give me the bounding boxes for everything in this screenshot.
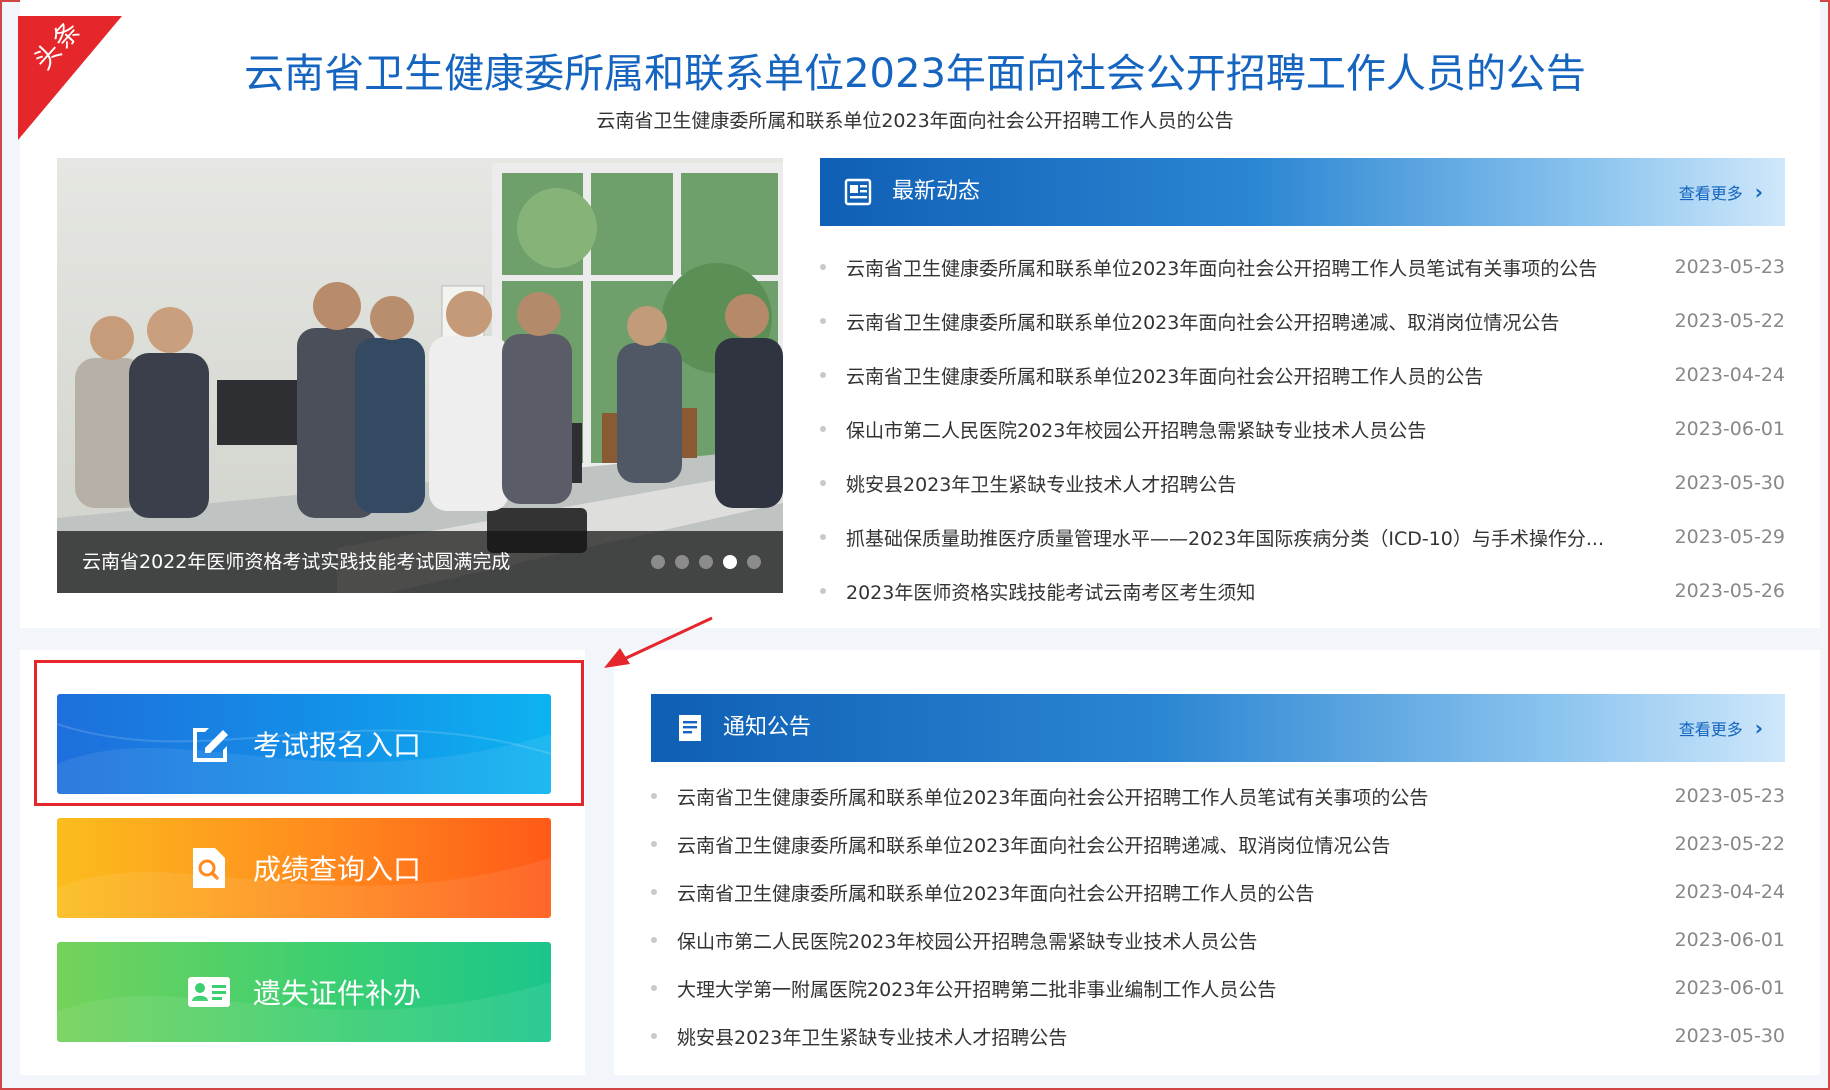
chevron-right-icon[interactable]: ›	[1755, 178, 1763, 206]
news-item-date: 2023-05-23	[1674, 256, 1785, 278]
news-item-title[interactable]: 姚安县2023年卫生紧缺专业技术人才招聘公告	[651, 1023, 1067, 1050]
news-list-item[interactable]: 姚安县2023年卫生紧缺专业技术人才招聘公告 2023-05-30	[651, 1012, 1785, 1060]
news-item-date: 2023-05-30	[1674, 1025, 1785, 1047]
list-bullet	[820, 372, 826, 378]
news-list-item[interactable]: 云南省卫生健康委所属和联系单位2023年面向社会公开招聘工作人员笔试有关事项的公…	[651, 772, 1785, 820]
lost-certificate-label[interactable]: 遗失证件补办	[253, 972, 421, 1012]
news-item-title[interactable]: 抓基础保质量助推医疗质量管理水平——2023年国际疾病分类（ICD-10）与手术…	[820, 524, 1604, 551]
news-item-date: 2023-04-24	[1674, 364, 1785, 386]
list-bullet	[820, 264, 826, 270]
score-query-label[interactable]: 成绩查询入口	[253, 848, 421, 888]
news-item-title[interactable]: 2023年医师资格实践技能考试云南考区考生须知	[820, 578, 1255, 605]
annotation-highlight-box	[34, 660, 584, 806]
news-item-date: 2023-05-22	[1674, 310, 1785, 332]
news-list-item[interactable]: 2023年医师资格实践技能考试云南考区考生须知 2023-05-26	[820, 564, 1785, 618]
photo-carousel[interactable]: 云南省2022年医师资格考试实践技能考试圆满完成	[57, 158, 783, 593]
carousel-caption[interactable]: 云南省2022年医师资格考试实践技能考试圆满完成	[82, 547, 510, 577]
headline-title[interactable]: 云南省卫生健康委所属和联系单位2023年面向社会公开招聘工作人员的公告	[0, 44, 1830, 104]
news-item-title[interactable]: 云南省卫生健康委所属和联系单位2023年面向社会公开招聘工作人员的公告	[820, 362, 1483, 389]
news-item-date: 2023-05-30	[1674, 472, 1785, 494]
news-item-title[interactable]: 云南省卫生健康委所属和联系单位2023年面向社会公开招聘工作人员笔试有关事项的公…	[820, 254, 1597, 281]
news-list-item[interactable]: 云南省卫生健康委所属和联系单位2023年面向社会公开招聘工作人员笔试有关事项的公…	[820, 240, 1785, 294]
news-list-item[interactable]: 大理大学第一附属医院2023年公开招聘第二批非事业编制工作人员公告 2023-06…	[651, 964, 1785, 1012]
news-list-item[interactable]: 姚安县2023年卫生紧缺专业技术人才招聘公告 2023-05-30	[820, 456, 1785, 510]
list-bullet	[651, 985, 657, 991]
latest-news-more-link[interactable]: 查看更多 ›	[1679, 178, 1763, 208]
latest-news-title: 最新动态	[892, 179, 981, 204]
score-query-button[interactable]: 成绩查询入口	[57, 818, 551, 918]
latest-news-more-label[interactable]: 查看更多	[1679, 184, 1743, 203]
latest-news-header: 最新动态 查看更多 ›	[820, 158, 1785, 226]
news-list-item[interactable]: 云南省卫生健康委所属和联系单位2023年面向社会公开招聘工作人员的公告 2023-…	[651, 868, 1785, 916]
carousel-dot-active[interactable]	[723, 555, 737, 569]
list-bullet	[820, 426, 826, 432]
news-item-date: 2023-06-01	[1674, 977, 1785, 999]
carousel-dot[interactable]	[675, 555, 689, 569]
list-bullet	[651, 937, 657, 943]
notices-more-label[interactable]: 查看更多	[1679, 720, 1743, 739]
notices-header: 通知公告 查看更多 ›	[651, 694, 1785, 762]
notices-title: 通知公告	[723, 715, 812, 740]
list-bullet	[651, 889, 657, 895]
news-item-title[interactable]: 保山市第二人民医院2023年校园公开招聘急需紧缺专业技术人员公告	[820, 416, 1426, 443]
newspaper-icon	[844, 178, 872, 206]
list-bullet	[651, 793, 657, 799]
news-item-date: 2023-04-24	[1674, 881, 1785, 903]
news-item-title[interactable]: 保山市第二人民医院2023年校园公开招聘急需紧缺专业技术人员公告	[651, 927, 1257, 954]
news-list-item[interactable]: 云南省卫生健康委所属和联系单位2023年面向社会公开招聘工作人员的公告 2023-…	[820, 348, 1785, 402]
carousel-dot[interactable]	[651, 555, 665, 569]
carousel-caption-bar: 云南省2022年医师资格考试实践技能考试圆满完成	[57, 531, 783, 593]
list-bullet	[820, 534, 826, 540]
document-icon	[679, 715, 701, 741]
news-item-date: 2023-05-22	[1674, 833, 1785, 855]
id-card-icon	[187, 977, 230, 1007]
news-item-title[interactable]: 云南省卫生健康委所属和联系单位2023年面向社会公开招聘递减、取消岗位情况公告	[651, 831, 1390, 858]
notices-more-link[interactable]: 查看更多 ›	[1679, 714, 1763, 744]
news-item-title[interactable]: 云南省卫生健康委所属和联系单位2023年面向社会公开招聘工作人员笔试有关事项的公…	[651, 783, 1428, 810]
list-bullet	[820, 588, 826, 594]
carousel-dot[interactable]	[699, 555, 713, 569]
news-item-date: 2023-05-26	[1674, 580, 1785, 602]
search-document-icon	[192, 848, 225, 888]
news-item-date: 2023-06-01	[1674, 418, 1785, 440]
annotation-arrow-icon	[604, 616, 713, 668]
news-item-date: 2023-05-23	[1674, 785, 1785, 807]
news-list-item[interactable]: 云南省卫生健康委所属和联系单位2023年面向社会公开招聘递减、取消岗位情况公告 2…	[820, 294, 1785, 348]
news-list-item[interactable]: 保山市第二人民医院2023年校园公开招聘急需紧缺专业技术人员公告 2023-06-…	[820, 402, 1785, 456]
carousel-dot[interactable]	[747, 555, 761, 569]
lost-certificate-button[interactable]: 遗失证件补办	[57, 942, 551, 1042]
chevron-right-icon[interactable]: ›	[1755, 714, 1763, 742]
news-item-date: 2023-05-29	[1674, 526, 1785, 548]
list-bullet	[651, 1033, 657, 1039]
news-list-item[interactable]: 云南省卫生健康委所属和联系单位2023年面向社会公开招聘递减、取消岗位情况公告 2…	[651, 820, 1785, 868]
list-bullet	[651, 841, 657, 847]
carousel-pagination	[651, 555, 761, 569]
carousel-photo[interactable]	[57, 158, 783, 593]
news-item-title[interactable]: 云南省卫生健康委所属和联系单位2023年面向社会公开招聘工作人员的公告	[651, 879, 1314, 906]
news-list-item[interactable]: 保山市第二人民医院2023年校园公开招聘急需紧缺专业技术人员公告 2023-06-…	[651, 916, 1785, 964]
news-item-date: 2023-06-01	[1674, 929, 1785, 951]
news-item-title[interactable]: 云南省卫生健康委所属和联系单位2023年面向社会公开招聘递减、取消岗位情况公告	[820, 308, 1559, 335]
headline-subtitle: 云南省卫生健康委所属和联系单位2023年面向社会公开招聘工作人员的公告	[596, 110, 1234, 132]
notices-list: 云南省卫生健康委所属和联系单位2023年面向社会公开招聘工作人员笔试有关事项的公…	[651, 772, 1785, 1060]
latest-news-list: 云南省卫生健康委所属和联系单位2023年面向社会公开招聘工作人员笔试有关事项的公…	[820, 240, 1785, 618]
news-item-title[interactable]: 姚安县2023年卫生紧缺专业技术人才招聘公告	[820, 470, 1236, 497]
news-list-item[interactable]: 抓基础保质量助推医疗质量管理水平——2023年国际疾病分类（ICD-10）与手术…	[820, 510, 1785, 564]
news-item-title[interactable]: 大理大学第一附属医院2023年公开招聘第二批非事业编制工作人员公告	[651, 975, 1276, 1002]
list-bullet	[820, 318, 826, 324]
list-bullet	[820, 480, 826, 486]
